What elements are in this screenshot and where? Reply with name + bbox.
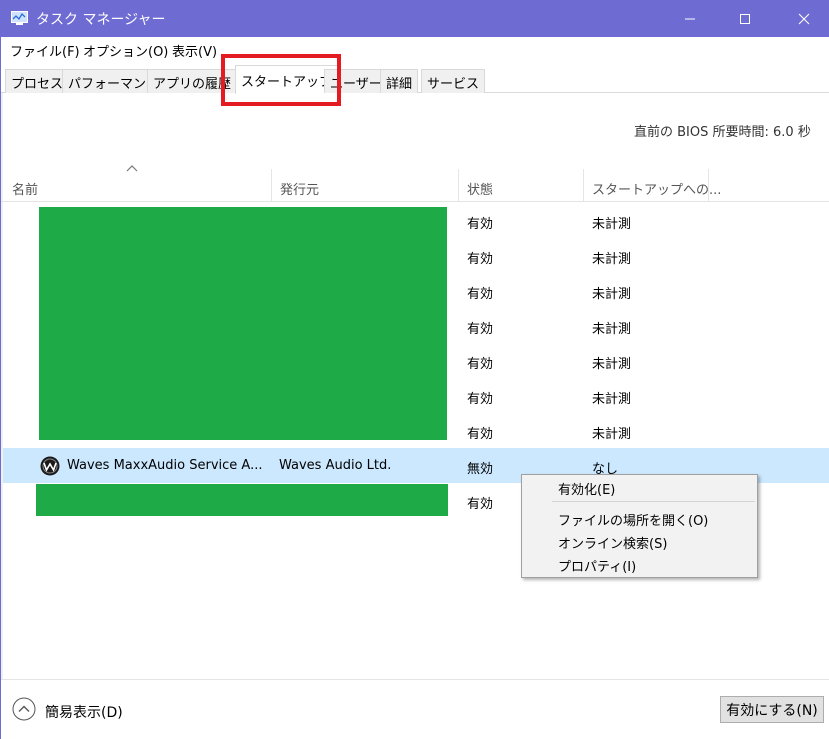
row-status: 有効 bbox=[467, 392, 494, 407]
enable-button[interactable]: 有効にする(N) bbox=[720, 696, 824, 723]
maximize-button[interactable] bbox=[722, 0, 768, 37]
row-status: 有効 bbox=[467, 497, 494, 512]
fewer-details-link[interactable]: 簡易表示(D) bbox=[45, 702, 123, 722]
row-name: Waves MaxxAudio Service A... bbox=[67, 458, 263, 473]
column-startup-impact[interactable]: スタートアップへの... bbox=[592, 179, 721, 198]
column-divider[interactable] bbox=[708, 169, 709, 202]
title-bar[interactable]: タスク マネージャー bbox=[1, 0, 829, 37]
footer-divider bbox=[1, 679, 829, 680]
minimize-button[interactable] bbox=[667, 0, 713, 37]
table-header: 名前 発行元 状態 スタートアップへの... bbox=[1, 169, 829, 202]
menu-bar: ファイル(F) オプション(O) 表示(V) bbox=[1, 37, 829, 63]
bios-time: 直前の BIOS 所要時間: 6.0 秒 bbox=[634, 121, 811, 140]
waves-logo-icon bbox=[40, 456, 60, 476]
close-icon bbox=[798, 13, 810, 24]
row-status: 有効 bbox=[467, 252, 494, 267]
chevron-up-circle-icon[interactable] bbox=[12, 697, 36, 721]
context-enable[interactable]: 有効化(E) bbox=[558, 479, 615, 498]
bios-label: 直前の BIOS 所要時間: bbox=[634, 125, 769, 140]
bios-value: 6.0 秒 bbox=[773, 125, 811, 140]
context-search-online[interactable]: オンライン検索(S) bbox=[558, 533, 667, 552]
row-publisher: Waves Audio Ltd. bbox=[279, 458, 392, 473]
tab-details[interactable]: 詳細 bbox=[380, 69, 419, 93]
row-impact: 未計測 bbox=[592, 322, 632, 337]
context-open-file-location[interactable]: ファイルの場所を開く(O) bbox=[558, 510, 708, 529]
redaction-block bbox=[39, 207, 447, 440]
task-manager-window: タスク マネージャー ファイル(F) オプション(O) 表示(V) プロセス パ… bbox=[0, 0, 829, 739]
row-status: 有効 bbox=[467, 427, 494, 442]
column-divider[interactable] bbox=[271, 169, 272, 202]
column-status[interactable]: 状態 bbox=[467, 179, 493, 198]
row-status: 有効 bbox=[467, 287, 494, 302]
tab-processes[interactable]: プロセス bbox=[5, 69, 70, 93]
context-menu: 有効化(E) ファイルの場所を開く(O) オンライン検索(S) プロパティ(I) bbox=[521, 474, 758, 578]
close-button[interactable] bbox=[781, 0, 827, 37]
row-status: 有効 bbox=[467, 357, 494, 372]
redaction-block bbox=[36, 484, 448, 516]
tab-services[interactable]: サービス bbox=[421, 69, 486, 93]
row-status: 有効 bbox=[467, 322, 494, 337]
menu-options[interactable]: オプション(O) bbox=[83, 41, 168, 60]
column-name[interactable]: 名前 bbox=[12, 179, 38, 198]
row-status: 無効 bbox=[467, 462, 494, 477]
context-properties[interactable]: プロパティ(I) bbox=[558, 556, 636, 575]
row-status: 有効 bbox=[467, 217, 494, 232]
startup-tab-highlight bbox=[221, 54, 341, 106]
minimize-icon bbox=[685, 18, 695, 19]
row-impact: 未計測 bbox=[592, 392, 632, 407]
maximize-icon bbox=[740, 13, 750, 24]
row-impact: 未計測 bbox=[592, 252, 632, 267]
window-title: タスク マネージャー bbox=[36, 12, 166, 28]
column-divider[interactable] bbox=[583, 169, 584, 202]
row-impact: 未計測 bbox=[592, 427, 632, 442]
task-manager-icon bbox=[11, 11, 28, 25]
menu-file[interactable]: ファイル(F) bbox=[10, 41, 80, 60]
row-impact: 未計測 bbox=[592, 217, 632, 232]
column-divider[interactable] bbox=[458, 169, 459, 202]
column-publisher[interactable]: 発行元 bbox=[280, 179, 319, 198]
row-impact: 未計測 bbox=[592, 357, 632, 372]
context-separator bbox=[552, 501, 755, 502]
row-impact: 未計測 bbox=[592, 287, 632, 302]
menu-view[interactable]: 表示(V) bbox=[172, 41, 217, 60]
tab-strip: プロセス パフォーマンス アプリの履歴 スタートアップ ユーザー 詳細 サービス bbox=[1, 64, 829, 94]
